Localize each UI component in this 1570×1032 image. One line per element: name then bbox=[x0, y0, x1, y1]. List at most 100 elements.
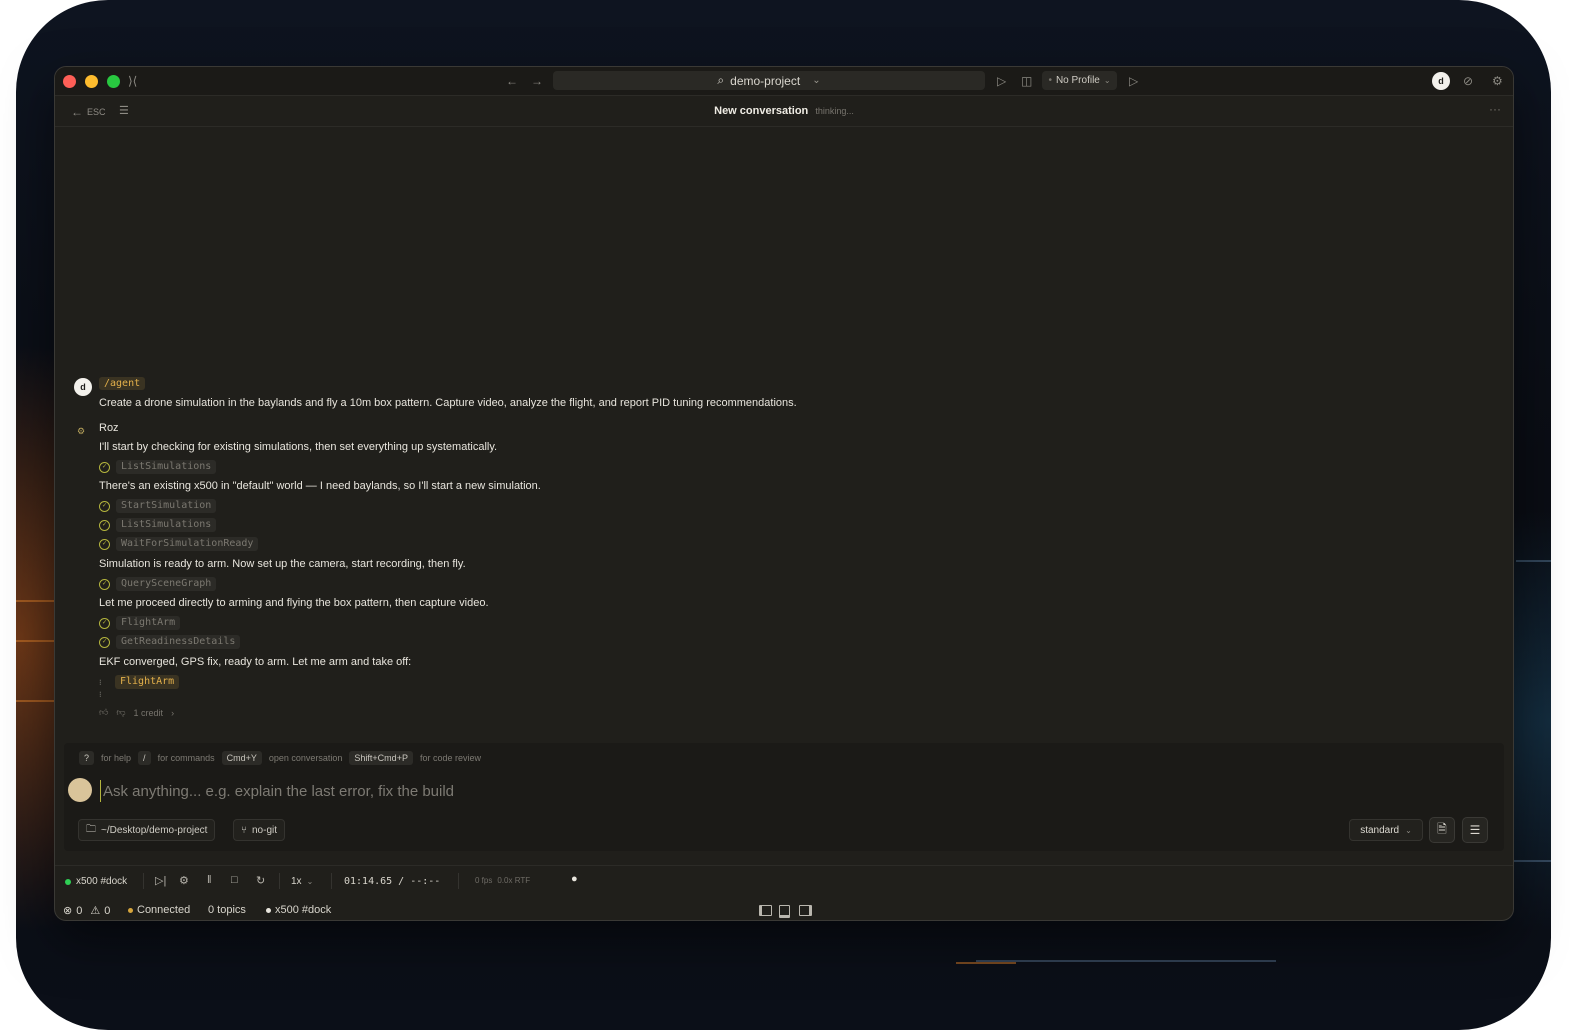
check-circle-icon: ✓ bbox=[99, 617, 110, 629]
spinner-icon: ⁝ bbox=[99, 677, 102, 687]
collapse-sidebar-icon[interactable]: ⟩⟨ bbox=[128, 73, 137, 89]
warning-icon: ⚠ bbox=[90, 905, 101, 917]
tool-call[interactable]: ✓ GetReadinessDetails bbox=[99, 635, 241, 649]
hint-key: Shift+Cmd+P bbox=[349, 751, 413, 765]
app-window: ⟩⟨ ← → ⌕ demo-project ⌄ ▷ ◫ • No Profile… bbox=[55, 67, 1513, 920]
active-vehicle[interactable]: x500 #dock bbox=[266, 904, 331, 916]
toggle-right-panel-icon[interactable] bbox=[799, 905, 812, 916]
project-search-bar[interactable]: ⌕ demo-project ⌄ bbox=[553, 71, 985, 90]
check-circle-icon: ✓ bbox=[99, 578, 110, 590]
error-count: 0 bbox=[76, 904, 83, 917]
maximize-window-button[interactable] bbox=[107, 75, 120, 88]
agent-line: There's an existing x500 in "default" wo… bbox=[99, 480, 541, 492]
tool-call[interactable]: ✓ WaitForSimulationReady bbox=[99, 537, 259, 551]
step-icon[interactable]: ▷| bbox=[155, 874, 166, 887]
record-indicator-icon[interactable]: ● bbox=[571, 873, 578, 885]
vehicle-indicator[interactable]: x500 #dock bbox=[65, 876, 127, 887]
gear-icon[interactable]: ⚙ bbox=[179, 874, 189, 887]
stop-icon[interactable]: □ bbox=[231, 874, 238, 886]
conversation-header: ← ESC ☰ New conversation thinking... ··· bbox=[55, 96, 1513, 127]
hint-key: / bbox=[138, 751, 151, 765]
close-window-button[interactable] bbox=[63, 75, 76, 88]
chevron-down-icon: ⌄ bbox=[306, 877, 314, 886]
thumbs-down-icon[interactable]: 👎︎ bbox=[116, 707, 125, 718]
conversation-title: New conversation thinking... bbox=[55, 105, 1513, 117]
error-icon: ⊗ bbox=[63, 905, 73, 917]
vehicle-name: x500 #dock bbox=[76, 876, 128, 887]
tool-call[interactable]: ✓ StartSimulation bbox=[99, 499, 217, 513]
link-icon[interactable]: ⊘ bbox=[1463, 73, 1473, 89]
tool-name: ListSimulations bbox=[116, 460, 217, 474]
chevron-right-icon[interactable]: › bbox=[171, 708, 174, 718]
warning-count: 0 bbox=[104, 904, 111, 917]
split-view-icon[interactable]: ◫ bbox=[1021, 73, 1032, 89]
folder-path: ~/Desktop/demo-project bbox=[101, 824, 208, 836]
thumbs-up-icon[interactable]: 👍︎ bbox=[99, 707, 108, 718]
reset-icon[interactable]: ↻ bbox=[256, 874, 265, 887]
tool-call[interactable]: ✓ QuerySceneGraph bbox=[99, 577, 217, 591]
rtf-readout: 0.0x RTF bbox=[497, 876, 531, 885]
minimize-window-button[interactable] bbox=[85, 75, 98, 88]
problems-indicator[interactable]: ⊗ 0 ⚠ 0 bbox=[63, 904, 111, 918]
hint-key: Cmd+Y bbox=[221, 751, 262, 765]
status-bar: ⊗ 0 ⚠ 0 Connected 0 topics x500 #dock bbox=[55, 902, 1513, 920]
agent-name: Roz bbox=[99, 422, 119, 434]
tool-name: StartSimulation bbox=[116, 499, 217, 513]
nav-forward-icon[interactable]: → bbox=[531, 73, 543, 89]
mode-select[interactable]: standard ⌄ bbox=[1349, 819, 1423, 841]
message-composer: ? for help / for commands Cmd+Y open con… bbox=[64, 743, 1504, 851]
speed-select[interactable]: 1x ⌄ bbox=[291, 876, 313, 887]
fps-readout: 0 fps bbox=[475, 876, 493, 885]
tool-name: FlightArm bbox=[116, 616, 181, 630]
check-circle-icon: ✓ bbox=[99, 538, 110, 550]
background-streak bbox=[16, 640, 56, 642]
more-options-icon[interactable]: ··· bbox=[1489, 102, 1501, 116]
pause-icon[interactable]: ‖ bbox=[207, 874, 212, 886]
user-avatar[interactable]: d bbox=[1432, 72, 1450, 90]
tool-name: QuerySceneGraph bbox=[116, 577, 217, 591]
tool-call[interactable]: ✓ ListSimulations bbox=[99, 518, 217, 532]
chevron-down-icon: ⌄ bbox=[1405, 825, 1412, 835]
connection-label: Connected bbox=[137, 904, 191, 916]
tool-name: GetReadinessDetails bbox=[116, 635, 241, 649]
user-message: Create a drone simulation in the bayland… bbox=[99, 397, 797, 409]
profile-dot-icon: • bbox=[1048, 75, 1052, 86]
tool-call[interactable]: ✓ ListSimulations bbox=[99, 460, 217, 474]
status-text: thinking... bbox=[815, 106, 854, 116]
connection-status[interactable]: Connected bbox=[128, 904, 190, 916]
hint-text: open conversation bbox=[268, 753, 343, 763]
speed-value: 1x bbox=[291, 876, 302, 887]
divider bbox=[279, 873, 280, 889]
background-streak bbox=[1511, 860, 1551, 862]
tool-call-active[interactable]: ⁝ FlightArm bbox=[99, 675, 180, 689]
topics-count[interactable]: 0 topics bbox=[208, 904, 246, 916]
nav-back-icon[interactable]: ← bbox=[506, 73, 518, 89]
check-circle-icon: ✓ bbox=[99, 500, 110, 512]
run-icon[interactable]: ▷ bbox=[997, 73, 1006, 89]
chevron-down-icon: ⌄ bbox=[1103, 76, 1111, 85]
menu-button[interactable]: ☰ bbox=[1462, 817, 1488, 843]
gear-icon[interactable]: ⚙ bbox=[1492, 73, 1503, 89]
online-status-dot bbox=[65, 878, 71, 885]
menu-icon: ☰ bbox=[1469, 823, 1481, 837]
user-avatar: d bbox=[74, 378, 92, 396]
divider bbox=[458, 873, 459, 889]
tool-call[interactable]: ✓ FlightArm bbox=[99, 616, 181, 630]
spinner-icon: ⁝ bbox=[99, 690, 102, 699]
play-icon[interactable]: ▷ bbox=[1129, 73, 1138, 89]
hint-text: for commands bbox=[157, 753, 215, 763]
ask-input[interactable] bbox=[100, 780, 1405, 802]
agent-line: I'll start by checking for existing simu… bbox=[99, 441, 498, 453]
attach-file-button[interactable]: 🗎︎ bbox=[1429, 817, 1455, 843]
hint-text: for code review bbox=[419, 753, 481, 763]
chat-thread: d /agent Create a drone simulation in th… bbox=[55, 127, 1513, 743]
profile-select[interactable]: • No Profile ⌄ bbox=[1042, 71, 1117, 90]
toggle-bottom-panel-icon[interactable] bbox=[779, 905, 790, 918]
project-name: demo-project bbox=[730, 73, 801, 88]
credit-count: 1 credit bbox=[133, 707, 164, 718]
toggle-left-panel-icon[interactable] bbox=[759, 905, 772, 916]
tool-name: FlightArm bbox=[115, 675, 180, 689]
sim-time: 01:14.65 / --:-- bbox=[344, 876, 441, 887]
folder-selector[interactable]: 🗀︎ ~/Desktop/demo-project bbox=[78, 819, 216, 841]
git-branch-selector[interactable]: ⑂ no-git bbox=[233, 819, 286, 841]
